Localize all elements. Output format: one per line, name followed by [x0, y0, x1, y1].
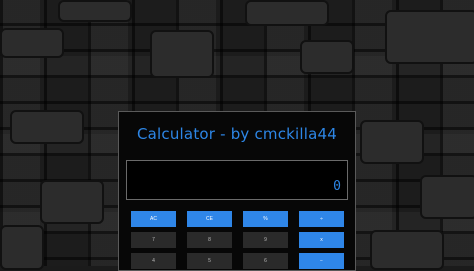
background-block — [58, 0, 132, 22]
key-percent[interactable]: % — [243, 211, 288, 227]
key-all-clear[interactable]: AC — [131, 211, 176, 227]
key-multiply[interactable]: x — [299, 232, 344, 248]
calculator-panel: Calculator - by cmckilla44 0 AC CE % ÷ 7… — [118, 111, 356, 271]
key-subtract[interactable]: − — [299, 253, 344, 269]
calculator-title: Calculator - by cmckilla44 — [136, 125, 338, 143]
key-7[interactable]: 7 — [131, 232, 176, 248]
background-block — [0, 28, 64, 58]
background-block — [420, 175, 474, 219]
key-divide[interactable]: ÷ — [299, 211, 344, 227]
key-8[interactable]: 8 — [187, 232, 232, 248]
background-block — [0, 225, 44, 270]
key-9[interactable]: 9 — [243, 232, 288, 248]
background-block — [300, 40, 354, 74]
background-block — [360, 120, 424, 164]
key-6[interactable]: 6 — [243, 253, 288, 269]
calculator-display: 0 — [126, 160, 348, 200]
background-block — [370, 230, 444, 270]
background-block — [385, 10, 474, 64]
key-4[interactable]: 4 — [131, 253, 176, 269]
key-clear-entry[interactable]: CE — [187, 211, 232, 227]
background-block — [40, 180, 104, 224]
background-block — [150, 30, 214, 78]
background-block — [10, 110, 84, 144]
display-value: 0 — [333, 179, 341, 194]
key-5[interactable]: 5 — [187, 253, 232, 269]
background-block — [245, 0, 329, 26]
